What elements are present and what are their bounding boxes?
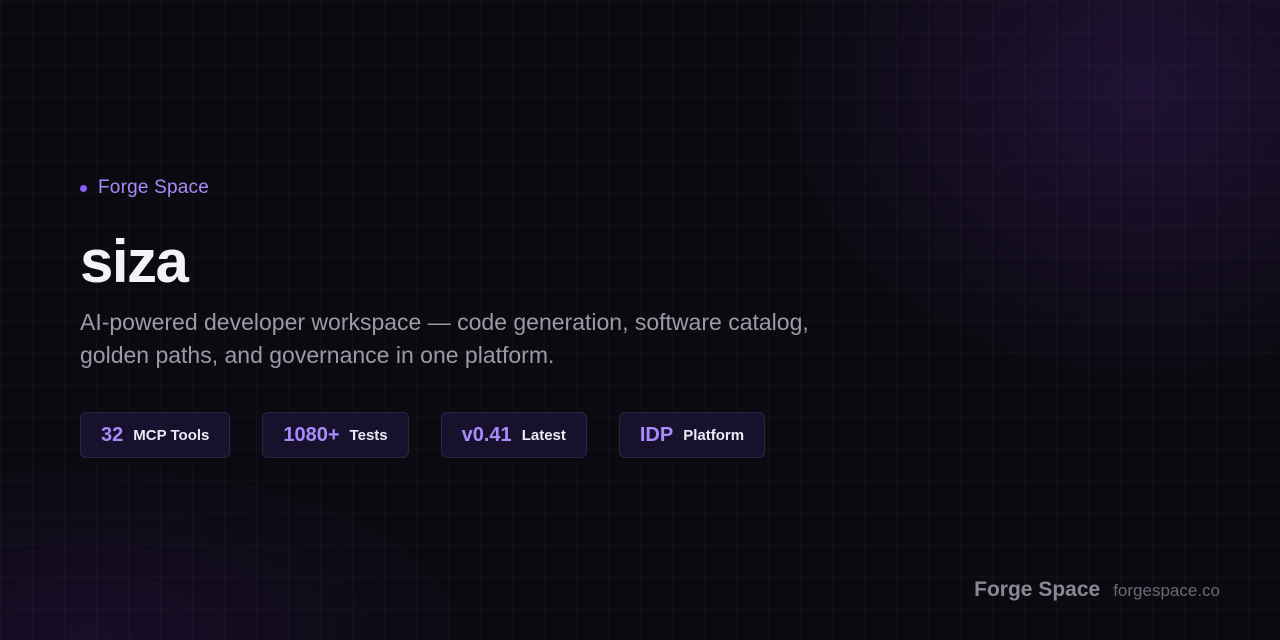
brand-label: Forge Space xyxy=(98,177,209,198)
footer-url: forgespace.co xyxy=(1113,581,1220,600)
hero-section: Forge Space siza AI-powered developer wo… xyxy=(80,176,980,458)
stat-value: IDP xyxy=(639,423,674,446)
page-description: AI-powered developer workspace — code ge… xyxy=(80,309,809,368)
brand-row: Forge Space xyxy=(80,176,980,200)
page-title: siza xyxy=(80,228,189,295)
stat-badge-tests: 1080+ Tests xyxy=(262,412,409,458)
footer: Forge Space forgespace.co xyxy=(974,578,1220,602)
stat-badge-platform: IDP Platform xyxy=(618,412,766,458)
stat-label: MCP Tools xyxy=(133,426,210,444)
stat-value: 1080+ xyxy=(283,423,340,446)
stat-badge-mcp-tools: 32 MCP Tools xyxy=(80,412,231,458)
footer-brand: Forge Space xyxy=(974,578,1101,601)
brand-dot-icon xyxy=(80,184,87,192)
stat-badge-latest: v0.41 Latest xyxy=(440,412,587,458)
stat-value: 32 xyxy=(101,423,124,446)
stat-value: v0.41 xyxy=(461,423,512,446)
stat-label: Latest xyxy=(521,426,566,444)
stat-label: Tests xyxy=(349,426,388,444)
stat-label: Platform xyxy=(683,426,745,444)
stats-row: 32 MCP Tools 1080+ Tests v0.41 Latest ID… xyxy=(80,412,980,458)
